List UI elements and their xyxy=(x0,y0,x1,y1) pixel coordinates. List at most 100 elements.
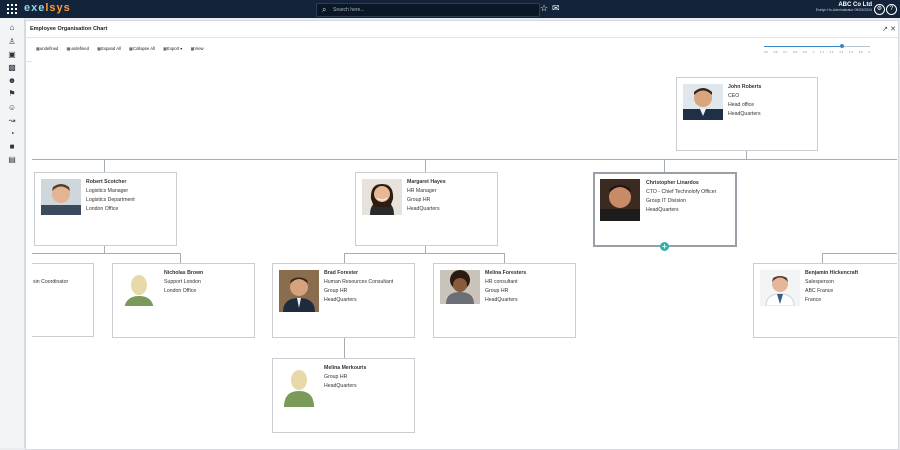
user-icon[interactable]: ☻ xyxy=(7,76,17,86)
employee-title: sin Coordinator xyxy=(33,279,69,285)
employee-card-nicholas-brown[interactable]: Nicholas Brown Support London London Off… xyxy=(112,263,255,338)
employee-department: Group HR xyxy=(485,288,509,294)
employee-info: Melina Merkouris Group HR HeadQuarters xyxy=(324,364,366,391)
close-icon[interactable]: ✕ xyxy=(890,25,896,33)
employee-photo xyxy=(440,270,480,304)
home-icon[interactable]: ⌂ xyxy=(7,23,17,33)
app-menu-icon[interactable] xyxy=(7,4,17,14)
zoom-tick-label: 1.2 xyxy=(829,50,834,54)
search-input[interactable] xyxy=(333,4,533,16)
top-bar: exelsys ⌕ ☆ ✉ ABC Co Ltd Evelyn Ho-Admin… xyxy=(0,0,900,18)
employee-title: CTO - Chief Technolofy Officer xyxy=(646,189,717,195)
line-chart-icon[interactable]: ↝ xyxy=(7,116,17,126)
employee-info: Melina Foresters HR consultant Group HR … xyxy=(485,269,526,305)
employee-name: Melina Merkouris xyxy=(324,365,367,371)
employee-title: Logistics Manager xyxy=(86,188,129,194)
zoom-tick-label: 0.5 xyxy=(764,50,768,54)
employee-title: Support London xyxy=(164,279,201,285)
zoom-tick-label: 1 xyxy=(812,50,815,54)
people-icon[interactable]: ♙ xyxy=(7,37,17,47)
report-icon[interactable]: ▤ xyxy=(7,155,17,165)
export-button[interactable]: ▦Export ▾ xyxy=(163,46,182,51)
employee-location: HeadQuarters xyxy=(324,297,357,303)
employee-card-melina-foresters[interactable]: Melina Foresters HR consultant Group HR … xyxy=(433,263,576,338)
employee-department: Logistics Department xyxy=(86,197,135,203)
employee-department: ABC France xyxy=(805,288,834,294)
briefcase-icon[interactable]: ▣ xyxy=(7,50,17,60)
connector-line xyxy=(746,151,747,159)
employee-location: London Office xyxy=(164,288,197,294)
expand-all-button[interactable]: ▦Expand All xyxy=(97,46,121,51)
employee-name: Christopher Linardos xyxy=(646,180,699,186)
toolbar: ▦undefined ▦undefined ▦Expand All ▦Colla… xyxy=(36,46,211,51)
zoom-knob[interactable] xyxy=(840,44,845,48)
expand-window-icon[interactable]: ↗ xyxy=(882,25,888,33)
employee-title: Human Resources Consultant xyxy=(324,279,394,285)
search-box: ⌕ xyxy=(316,3,540,17)
search-icon: ⌕ xyxy=(322,5,327,14)
employee-info: Nicholas Brown Support London London Off… xyxy=(164,269,203,296)
employee-info: Margaret Hayes HR Manager Group HR HeadQ… xyxy=(407,178,446,214)
settings-icon[interactable]: ⚙ xyxy=(874,4,885,15)
help-icon[interactable]: ? xyxy=(886,4,897,15)
zoom-slider[interactable]: 0.5 0.6 0.7 0.8 0.9 1 1.1 1.2 1.3 1.4 1.5 2 xyxy=(764,43,874,55)
pie-chart-icon[interactable]: ◔ xyxy=(7,129,17,139)
view-button[interactable]: ▦View xyxy=(191,46,204,51)
employee-info: John Roberts CEO Head office HeadQuarter… xyxy=(728,83,761,119)
employee-location: HeadQuarters xyxy=(324,383,357,389)
employee-card-benjamin-hickencraft[interactable]: Benjamin Hickencraft Salesperson ABC Fra… xyxy=(753,263,897,338)
bank-icon[interactable]: ⚑ xyxy=(7,89,17,99)
employee-name: Brad Forester xyxy=(324,270,359,276)
employee-info: Brad Forester Human Resources Consultant… xyxy=(324,269,393,305)
zoom-tick-label: 2 xyxy=(868,50,870,54)
star-icon[interactable]: ☆ xyxy=(540,3,548,14)
connector-line xyxy=(104,159,105,172)
employee-card-christopher-linardos[interactable]: Christopher Linardos CTO - Chief Technol… xyxy=(593,172,737,247)
employee-placeholder-photo xyxy=(279,365,319,407)
employee-photo xyxy=(279,270,319,312)
employee-location: HeadQuarters xyxy=(728,111,761,117)
employee-card-melina-merkouris[interactable]: Melina Merkouris Group HR HeadQuarters xyxy=(272,358,415,433)
logo: exelsys xyxy=(24,2,71,14)
connector-line xyxy=(425,159,426,172)
connector-line xyxy=(104,246,105,253)
employee-location: London Office xyxy=(86,206,119,212)
chat-icon[interactable]: ✉ xyxy=(552,3,560,14)
collapse-all-button[interactable]: ▦Collapse All xyxy=(129,46,155,51)
employee-name: Benjamin Hickencraft xyxy=(805,270,859,276)
employee-card-robert-scotcher[interactable]: Robert Scotcher Logistics Manager Logist… xyxy=(34,172,177,246)
connector-line xyxy=(664,159,665,172)
toolbar-button-2[interactable]: ▦undefined xyxy=(67,46,89,51)
employee-card-margaret-hayes[interactable]: Margaret Hayes HR Manager Group HR HeadQ… xyxy=(355,172,498,246)
org-chart-canvas: John Roberts CEO Head office HeadQuarter… xyxy=(32,61,897,448)
zoom-tick-label: 1.1 xyxy=(819,50,824,54)
chart-icon[interactable]: ▩ xyxy=(7,63,17,73)
employee-photo xyxy=(600,179,640,221)
connector-line xyxy=(32,253,180,254)
zoom-fill xyxy=(764,46,843,47)
connector-line xyxy=(344,253,345,263)
employee-info: Christopher Linardos CTO - Chief Technol… xyxy=(646,179,716,215)
employee-location: HeadQuarters xyxy=(485,297,518,303)
employee-title: Salesperson xyxy=(805,279,834,285)
connector-line xyxy=(822,253,823,263)
employee-location: France xyxy=(805,297,822,303)
zoom-ticks: 0.5 0.6 0.7 0.8 0.9 1 1.1 1.2 1.3 1.4 1.5 2 xyxy=(764,50,870,54)
employee-photo xyxy=(41,179,81,215)
company-info: ABC Co Ltd Evelyn Ho-Administrator 09/03… xyxy=(816,2,872,12)
employee-placeholder-photo xyxy=(119,270,159,306)
toolbar-button-1[interactable]: ▦undefined xyxy=(36,46,58,51)
employee-card-john-roberts[interactable]: John Roberts CEO Head office HeadQuarter… xyxy=(676,77,818,151)
employee-info: Robert Scotcher Logistics Manager Logist… xyxy=(86,178,135,214)
employee-name: Robert Scotcher xyxy=(86,179,127,185)
employee-card-brad-forester[interactable]: Brad Forester Human Resources Consultant… xyxy=(272,263,415,338)
folder-icon[interactable]: ■ xyxy=(7,142,17,152)
user-add-icon[interactable]: ☺ xyxy=(7,103,17,113)
zoom-tick-label: 0.8 xyxy=(793,50,797,54)
sidebar: ⌂ ♙ ▣ ▩ ☻ ⚑ ☺ ↝ ◔ ■ ▤ xyxy=(0,18,25,448)
employee-card-partial[interactable]: sin Coordinator xyxy=(32,263,94,337)
add-subordinate-button[interactable]: + xyxy=(660,242,669,251)
connector-line xyxy=(822,253,897,254)
employee-department: Group IT Division xyxy=(646,198,686,204)
zoom-tick-label: 1.4 xyxy=(849,50,853,54)
